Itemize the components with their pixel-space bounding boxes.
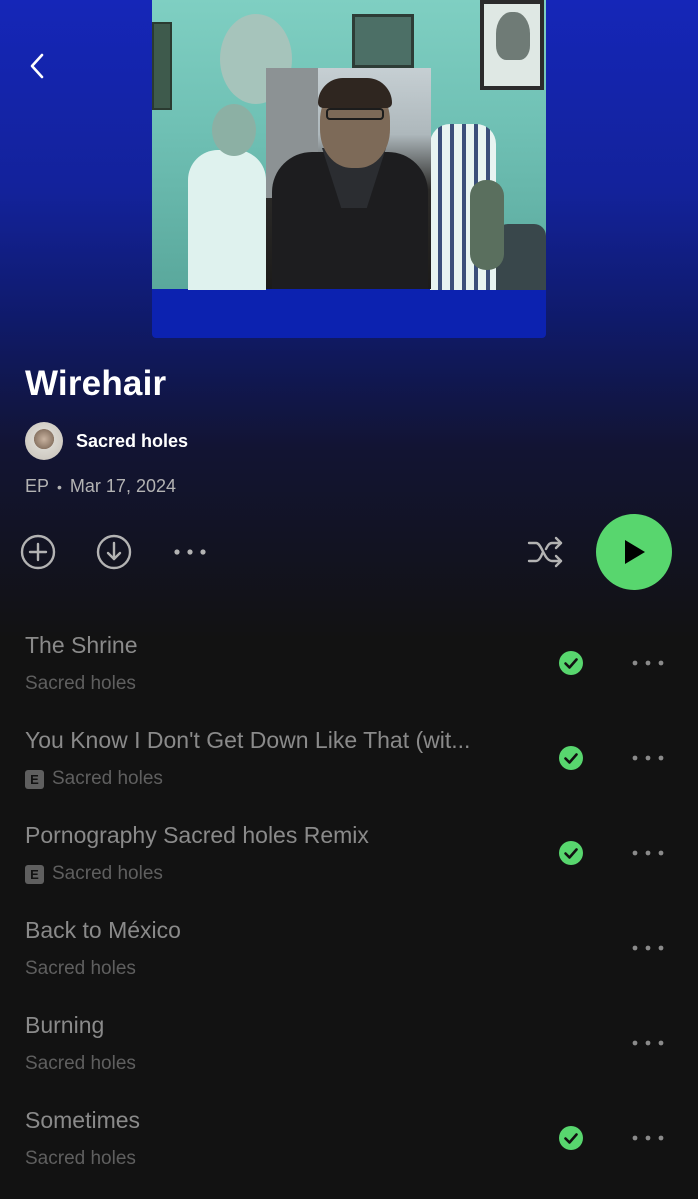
track-artist: Sacred holes <box>25 673 136 694</box>
track-artist: Sacred holes <box>25 1053 136 1074</box>
more-horizontal-icon <box>632 660 664 666</box>
more-horizontal-icon <box>632 755 664 761</box>
more-horizontal-icon <box>632 1135 664 1141</box>
artist-name: Sacred holes <box>76 430 189 451</box>
track-row[interactable]: You Know I Don't Get Down Like That (wit… <box>0 711 698 806</box>
track-title: Burning <box>25 1012 105 1038</box>
track-subtitle: Sacred holes <box>25 673 136 695</box>
more-horizontal-icon <box>632 850 664 856</box>
play-button[interactable] <box>596 514 672 590</box>
track-more-button[interactable] <box>628 1125 668 1151</box>
track-row[interactable]: Back to México Sacred holes <box>0 901 698 996</box>
more-horizontal-icon <box>174 549 206 555</box>
artist-link[interactable]: Sacred holes <box>25 422 188 460</box>
track-title: Back to México <box>25 917 181 943</box>
track-title: Pornography Sacred holes Remix <box>25 822 369 848</box>
release-date: Mar 17, 2024 <box>69 476 176 496</box>
plus-circle-icon <box>20 534 56 570</box>
track-subtitle: E Sacred holes <box>25 768 163 790</box>
track-title: Sometimes <box>25 1107 141 1133</box>
check-circle-icon <box>559 746 583 770</box>
shuffle-icon <box>527 536 563 568</box>
explicit-badge: E <box>25 769 44 789</box>
track-more-button[interactable] <box>628 1030 668 1056</box>
album-meta: EP • Mar 17, 2024 <box>25 476 176 497</box>
track-subtitle: E Sacred holes <box>25 863 163 885</box>
track-artist: Sacred holes <box>25 958 136 979</box>
artist-avatar <box>25 422 63 460</box>
add-to-library-button[interactable] <box>18 532 58 572</box>
chevron-left-icon <box>30 53 44 79</box>
album-type: EP <box>25 476 50 496</box>
more-options-button[interactable] <box>170 538 210 566</box>
album-cover-art <box>152 0 546 338</box>
cover-photo <box>152 0 546 290</box>
check-circle-icon <box>559 841 583 865</box>
track-subtitle: Sacred holes <box>25 1053 136 1075</box>
track-row[interactable]: Burning Sacred holes <box>0 996 698 1091</box>
track-more-button[interactable] <box>628 935 668 961</box>
download-circle-icon <box>96 534 132 570</box>
track-more-button[interactable] <box>628 840 668 866</box>
explicit-badge: E <box>25 864 44 884</box>
shuffle-button[interactable] <box>524 532 568 572</box>
track-more-button[interactable] <box>628 650 668 676</box>
play-icon <box>625 540 645 564</box>
track-row[interactable]: Pornography Sacred holes Remix E Sacred ho… <box>0 806 698 901</box>
action-bar <box>0 514 698 590</box>
check-circle-icon <box>559 651 583 675</box>
download-button[interactable] <box>94 532 134 572</box>
album-title: Wirehair <box>25 364 167 403</box>
cover-inset-photo <box>266 68 431 289</box>
back-button[interactable] <box>20 48 56 84</box>
track-list: The Shrine Sacred holes You Know I Don't G… <box>0 616 698 1186</box>
track-row[interactable]: The Shrine Sacred holes <box>0 616 698 711</box>
track-title: The Shrine <box>25 632 138 658</box>
track-row[interactable]: Sometimes Sacred holes <box>0 1091 698 1186</box>
check-circle-icon <box>559 1126 583 1150</box>
track-subtitle: Sacred holes <box>25 1148 136 1170</box>
track-title: You Know I Don't Get Down Like That (wit… <box>25 727 471 753</box>
meta-separator: • <box>57 478 62 495</box>
track-artist: Sacred holes <box>25 1148 136 1169</box>
track-artist: Sacred holes <box>52 863 163 884</box>
track-artist: Sacred holes <box>52 768 163 789</box>
track-more-button[interactable] <box>628 745 668 771</box>
more-horizontal-icon <box>632 1040 664 1046</box>
more-horizontal-icon <box>632 945 664 951</box>
track-subtitle: Sacred holes <box>25 958 136 980</box>
